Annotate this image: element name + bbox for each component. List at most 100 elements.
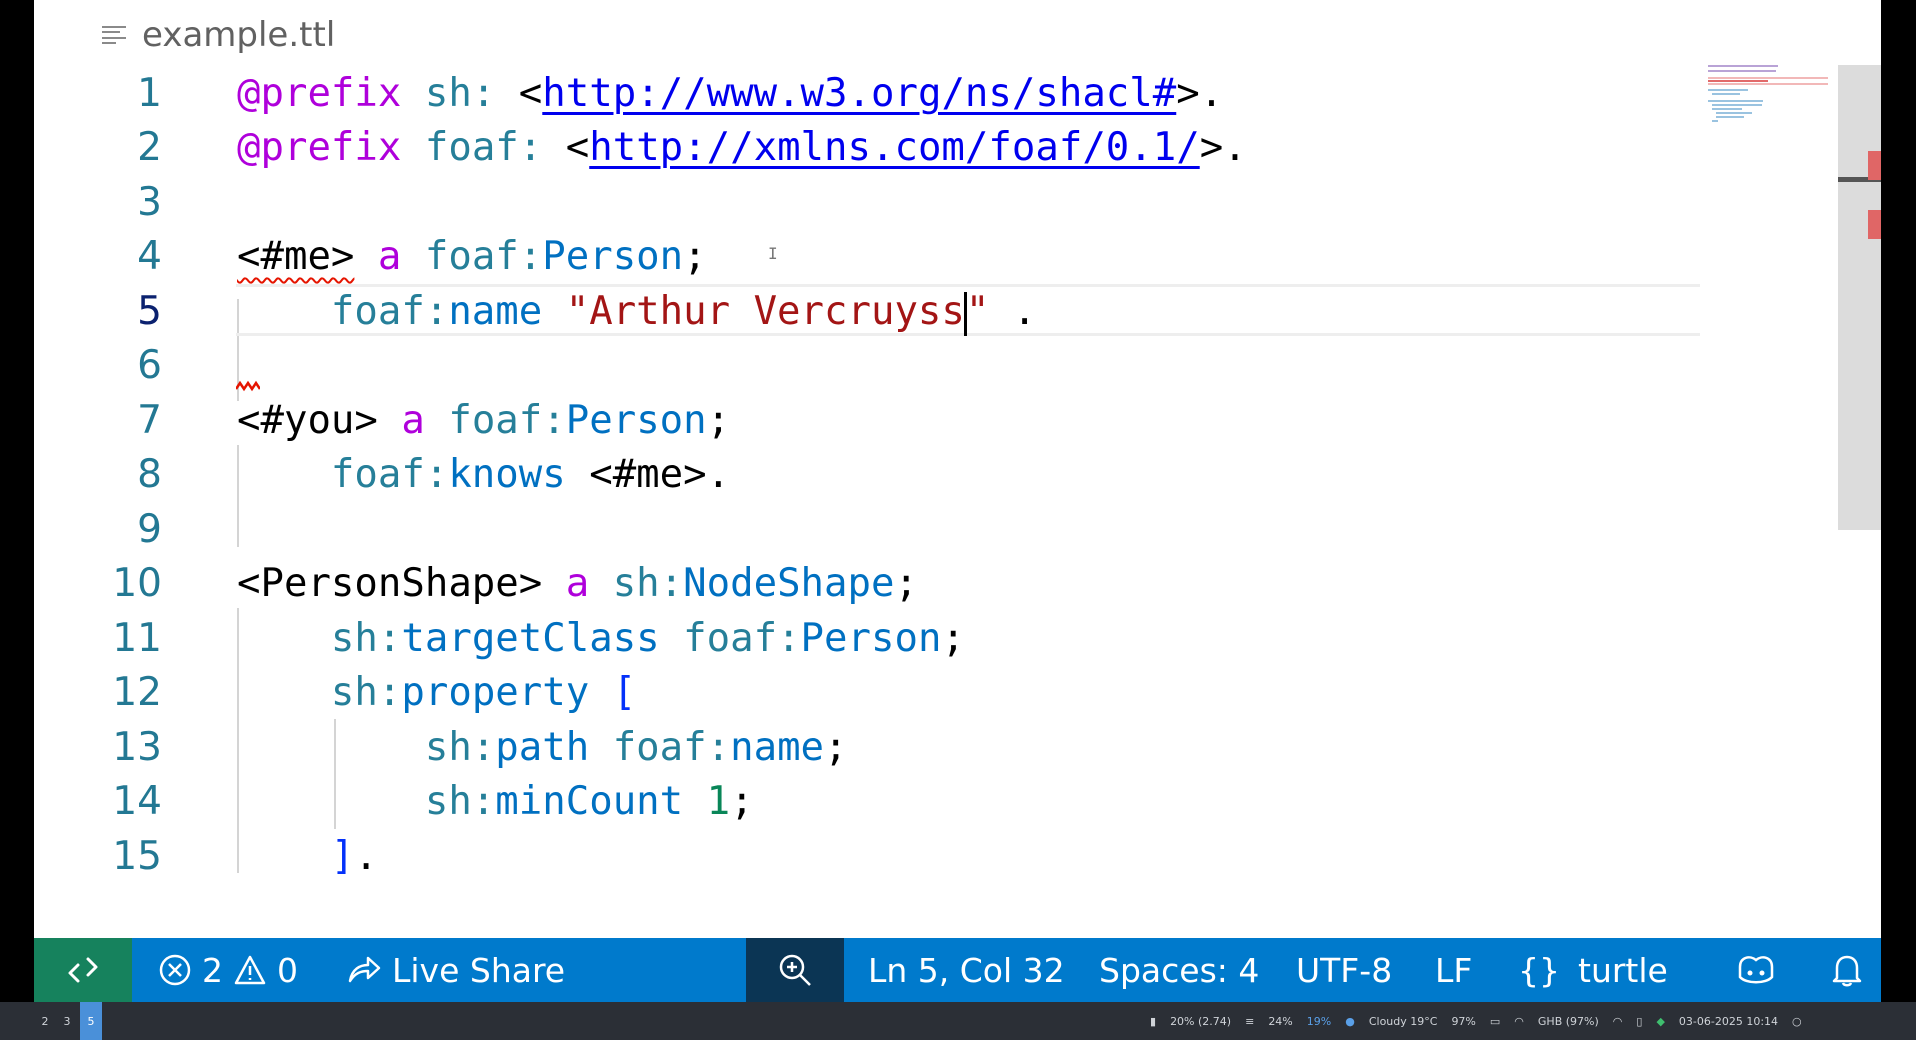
network-usage: 19%: [1306, 1014, 1332, 1028]
code-line[interactable]: 9: [34, 503, 1700, 557]
cursor-position-label: Ln 5, Col 32: [868, 950, 1065, 990]
editor-window: example.ttl 1 @prefix sh: <http://www.w3…: [34, 0, 1881, 1002]
token-end: ;: [730, 779, 754, 824]
code-line[interactable]: 12 sh:property [: [34, 666, 1700, 720]
cpu-icon: ▮: [1150, 1014, 1157, 1028]
eol-label: LF: [1435, 950, 1473, 990]
token-end: ;: [683, 234, 707, 279]
token-local: name: [448, 289, 543, 334]
battery-icon: ▭: [1489, 1014, 1501, 1028]
token-iri-link[interactable]: http://www.w3.org/ns/shacl#: [542, 71, 1176, 116]
code-line-current[interactable]: 5 foaf:name "Arthur Vercruyss" .: [34, 284, 1700, 339]
code-line[interactable]: 3: [34, 176, 1700, 230]
token-local: minCount: [495, 779, 684, 824]
live-share-icon: [348, 956, 381, 983]
workspace-button[interactable]: 3: [56, 1002, 78, 1040]
language-mode-button[interactable]: {} turtle: [1518, 938, 1668, 1002]
weather: Cloudy 19°C: [1368, 1014, 1438, 1028]
token-local: NodeShape: [683, 561, 895, 606]
code-line[interactable]: 4 <#me> a foaf:Person; I: [34, 230, 1700, 284]
token-number: 1: [706, 779, 731, 824]
token-a: a: [401, 398, 425, 443]
line-number: 8: [137, 452, 162, 497]
token-local: Person: [565, 398, 707, 443]
token-bracket: [: [612, 670, 637, 715]
indentation-button[interactable]: Spaces: 4: [1099, 938, 1259, 1002]
notifications-button[interactable]: [1831, 938, 1863, 1002]
code-line[interactable]: 7 <#you> a foaf:Person;: [34, 394, 1700, 448]
token-prefix: sh:: [612, 561, 684, 606]
breadcrumb[interactable]: example.ttl: [102, 10, 335, 60]
memory-icon: ≡: [1245, 1014, 1255, 1028]
workspace-button-active[interactable]: 5: [80, 1002, 102, 1040]
line-number: 10: [112, 561, 162, 606]
encoding-button[interactable]: UTF-8: [1296, 938, 1392, 1002]
warning-count: 0: [277, 950, 298, 990]
token-prefix: foaf:: [424, 234, 543, 279]
clock: 03-06-2025 10:14: [1678, 1014, 1779, 1028]
line-number: 5: [137, 289, 162, 334]
indentation-label: Spaces: 4: [1099, 950, 1260, 990]
code-line[interactable]: 13 sh:path foaf:name;: [34, 721, 1700, 775]
token-end: >.: [1176, 71, 1224, 116]
wifi-icon: ◠: [1514, 1014, 1524, 1028]
error-count: 2: [202, 950, 223, 990]
remote-indicator-button[interactable]: [34, 938, 132, 1002]
code-line[interactable]: 6: [34, 339, 1700, 393]
zoom-in-icon: [779, 954, 811, 986]
problems-button[interactable]: 2 0: [158, 938, 298, 1002]
code-line[interactable]: 10 <PersonShape> a sh:NodeShape;: [34, 557, 1700, 611]
token-end: ;: [941, 616, 965, 661]
token-local: property: [401, 670, 590, 715]
token-local: Person: [800, 616, 942, 661]
live-share-button[interactable]: Live Share: [346, 938, 565, 1002]
line-number: 7: [137, 398, 162, 443]
token-end: ;: [824, 725, 848, 770]
breadcrumb-filename[interactable]: example.ttl: [142, 15, 335, 55]
token-local: Person: [542, 234, 684, 279]
token-keyword: @prefix: [237, 71, 402, 116]
code-line[interactable]: 2 @prefix foaf: <http://xmlns.com/foaf/0…: [34, 121, 1700, 175]
vertical-scrollbar[interactable]: [1838, 65, 1881, 936]
token-prefix: sh:: [424, 779, 496, 824]
wifi-status: GHB (97%): [1537, 1014, 1599, 1028]
token-subject-error: <#me>: [237, 234, 355, 279]
vpn-icon: ◠: [1612, 1014, 1623, 1028]
line-number: 6: [137, 343, 162, 388]
cursor-position-button[interactable]: Ln 5, Col 32: [868, 938, 1065, 1002]
power-icon[interactable]: ○: [1792, 1015, 1802, 1028]
token-local: path: [495, 725, 590, 770]
token-iri-link[interactable]: http://xmlns.com/foaf/0.1/: [589, 125, 1199, 170]
scrollbar-thumb[interactable]: [1838, 65, 1881, 530]
token-end: .: [354, 834, 378, 879]
line-number: 11: [112, 616, 162, 661]
line-number: 14: [112, 779, 162, 824]
line-number: 1: [137, 71, 162, 116]
token-prefix: sh:: [424, 71, 496, 116]
system-tray: ▮ 20% (2.74) ≡ 24% 19% ● Cloudy 19°C 97%…: [1150, 1002, 1802, 1040]
token-string: "Arthur Vercruyss: [565, 289, 965, 334]
zoom-button[interactable]: [746, 938, 844, 1002]
token-prefix: foaf:: [330, 452, 449, 497]
code-line[interactable]: 8 foaf:knows <#me>.: [34, 448, 1700, 502]
bell-icon: [1832, 955, 1862, 987]
code-line[interactable]: 15 ].: [34, 830, 1700, 884]
status-bar: 2 0 Live Share Ln 5, Col 32 Spaces: 4 UT…: [34, 938, 1881, 1002]
token-prefix: sh:: [330, 616, 402, 661]
eol-button[interactable]: LF: [1435, 938, 1472, 1002]
code-line[interactable]: 1 @prefix sh: <http://www.w3.org/ns/shac…: [34, 67, 1700, 121]
code-line[interactable]: 11 sh:targetClass foaf:Person;: [34, 612, 1700, 666]
minimap[interactable]: [1708, 65, 1828, 145]
token-prefix: sh:: [330, 670, 402, 715]
remote-icon: [68, 957, 98, 983]
code-line[interactable]: 14 sh:minCount 1;: [34, 775, 1700, 829]
workspace-button[interactable]: 2: [34, 1002, 56, 1040]
token-a: a: [377, 234, 402, 279]
line-number: 15: [112, 834, 162, 879]
microphone-icon: ●: [1345, 1014, 1355, 1028]
copilot-button[interactable]: [1734, 938, 1778, 1002]
cpu-usage: 20% (2.74): [1170, 1014, 1232, 1028]
code-editor[interactable]: 1 @prefix sh: <http://www.w3.org/ns/shac…: [34, 67, 1700, 895]
line-number: 9: [137, 507, 162, 552]
token-prefix: foaf:: [448, 398, 566, 443]
